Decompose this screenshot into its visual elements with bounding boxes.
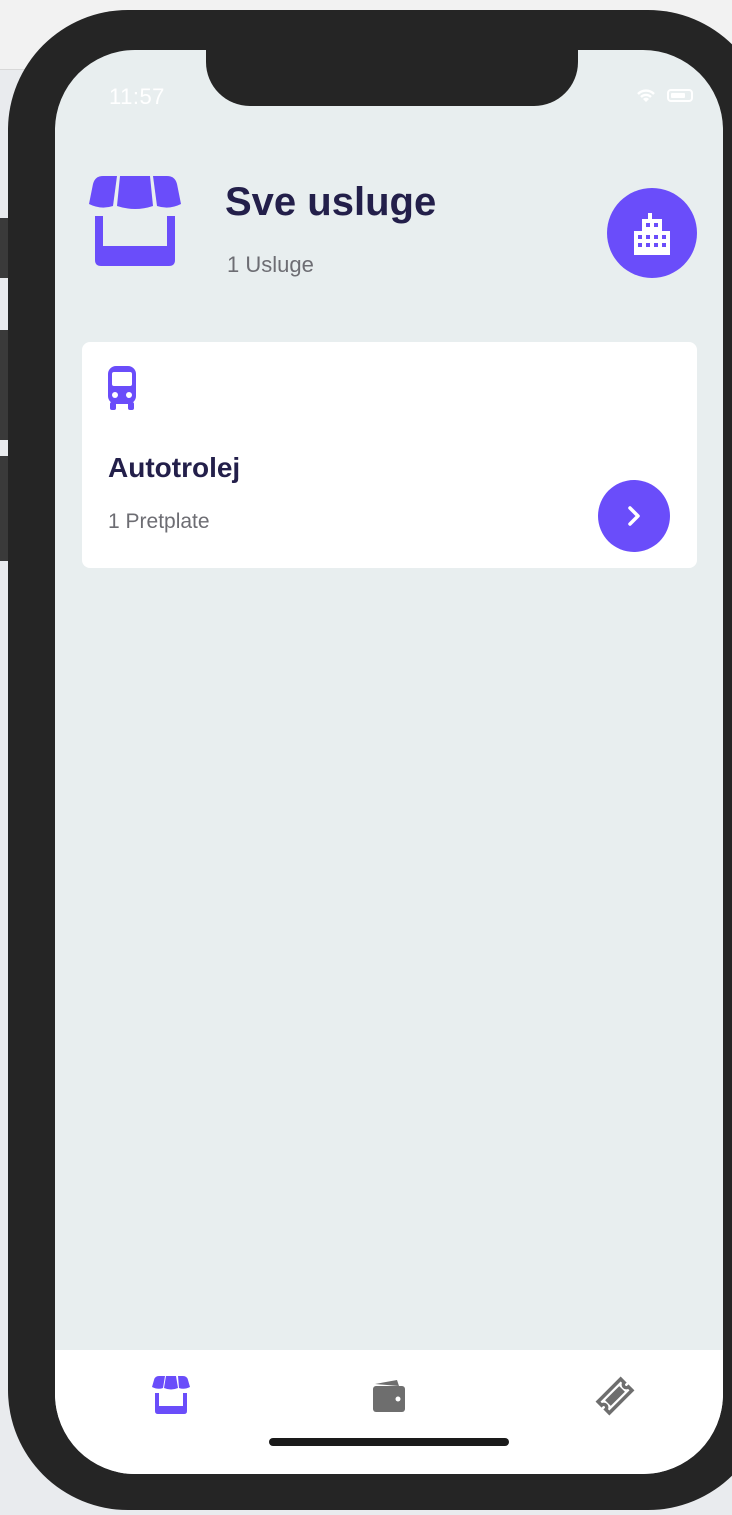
service-subscription-count: 1 Pretplate	[108, 510, 210, 533]
phone-notch	[206, 50, 578, 106]
page-subtitle: 1 Usluge	[227, 252, 314, 277]
page-title: Sve usluge	[225, 180, 437, 224]
chevron-right-icon	[628, 506, 640, 526]
phone-frame: 11:57 Sve usluge 1 Usluge Autotrolej 1 P…	[8, 10, 732, 1510]
bus-icon	[108, 366, 136, 410]
tab-wallet-icon[interactable]	[369, 1376, 409, 1416]
open-service-button[interactable]	[598, 480, 670, 552]
page-header: Sve usluge 1 Usluge	[55, 168, 723, 298]
service-card[interactable]: Autotrolej 1 Pretplate	[82, 342, 697, 568]
tab-tickets-icon[interactable]	[595, 1376, 635, 1416]
wifi-icon	[637, 89, 655, 102]
home-indicator	[269, 1438, 509, 1446]
battery-icon	[667, 88, 693, 102]
service-name: Autotrolej	[108, 452, 241, 483]
tab-services-store-icon[interactable]	[151, 1376, 191, 1416]
status-time: 11:57	[109, 84, 165, 109]
store-icon	[89, 176, 181, 266]
building-icon	[634, 213, 670, 255]
company-button[interactable]	[607, 188, 697, 278]
app-screen: 11:57 Sve usluge 1 Usluge Autotrolej 1 P…	[55, 50, 723, 1474]
status-icons	[635, 86, 693, 104]
tab-bar	[55, 1350, 723, 1474]
